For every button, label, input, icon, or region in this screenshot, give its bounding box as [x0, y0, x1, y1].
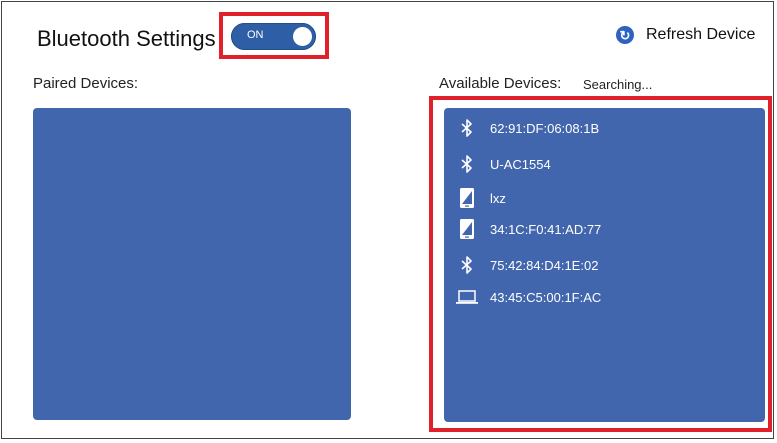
device-name: 62:91:DF:06:08:1B [490, 120, 600, 136]
available-devices-list: 62:91:DF:06:08:1B U-AC1554 lxz 34:1C:F0:… [444, 108, 765, 422]
paired-devices-label: Paired Devices: [33, 75, 139, 92]
laptop-icon [456, 286, 478, 308]
device-name: 34:1C:F0:41:AD:77 [490, 221, 602, 237]
phone-icon [456, 218, 478, 240]
bluetooth-icon [456, 254, 478, 276]
bluetooth-toggle[interactable]: ON [231, 23, 316, 50]
page-title: Bluetooth Settings [37, 26, 216, 51]
device-name: 43:45:C5:00:1F:AC [490, 289, 602, 305]
available-devices-label: Available Devices: [439, 75, 562, 92]
device-item[interactable]: 43:45:C5:00:1F:AC [456, 286, 601, 308]
device-name: U-AC1554 [490, 156, 551, 172]
refresh-icon: ↻ [616, 26, 634, 44]
refresh-device-label: Refresh Device [646, 26, 756, 43]
device-item[interactable]: 62:91:DF:06:08:1B [456, 117, 599, 139]
device-name: lxz [490, 190, 506, 206]
bluetooth-icon [456, 153, 478, 175]
phone-icon [456, 187, 478, 209]
device-item[interactable]: lxz [456, 187, 506, 209]
search-status: Searching... [583, 77, 653, 92]
device-item[interactable]: U-AC1554 [456, 153, 551, 175]
device-item[interactable]: 75:42:84:D4:1E:02 [456, 254, 598, 276]
device-item[interactable]: 34:1C:F0:41:AD:77 [456, 218, 601, 240]
device-name: 75:42:84:D4:1E:02 [490, 257, 599, 273]
bluetooth-icon [456, 117, 478, 139]
toggle-knob [293, 27, 312, 46]
toggle-label: ON [247, 29, 264, 41]
refresh-device-button[interactable]: ↻ Refresh Device [616, 25, 755, 45]
paired-devices-list [33, 108, 351, 420]
